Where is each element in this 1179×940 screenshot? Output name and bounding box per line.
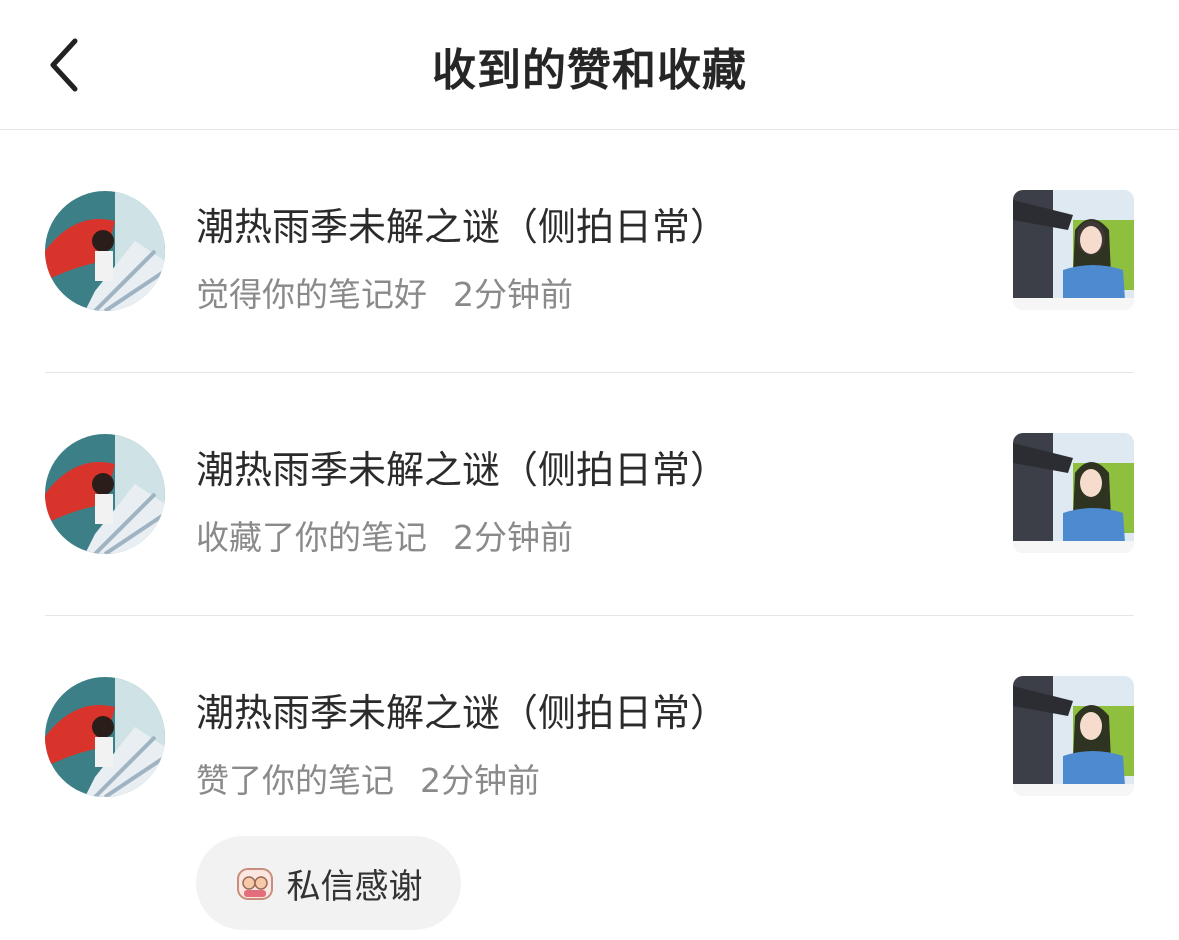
notification-meta: 收藏了你的笔记 2分钟前	[196, 511, 573, 559]
timestamp: 2分钟前	[420, 761, 540, 800]
notification-meta: 赞了你的笔记 2分钟前	[196, 754, 540, 802]
page-title: 收到的赞和收藏	[432, 45, 747, 96]
sticker-emoji-icon	[236, 868, 273, 900]
user-avatar[interactable]	[45, 191, 165, 311]
note-thumbnail[interactable]	[1013, 676, 1134, 796]
action-text: 觉得你的笔记好	[196, 275, 427, 314]
note-thumbnail[interactable]	[1013, 190, 1134, 310]
user-avatar[interactable]	[45, 677, 165, 797]
timestamp: 2分钟前	[453, 518, 573, 557]
user-name[interactable]: 潮热雨季未解之谜（侧拍日常）	[196, 439, 728, 494]
note-thumbnail[interactable]	[1013, 433, 1134, 553]
thank-button-label: 私信感谢	[286, 866, 423, 907]
notification-item[interactable]: 潮热雨季未解之谜（侧拍日常） 收藏了你的笔记 2分钟前	[0, 373, 1179, 616]
top-bar: 收到的赞和收藏	[0, 0, 1179, 130]
user-name[interactable]: 潮热雨季未解之谜（侧拍日常）	[196, 196, 728, 251]
user-avatar[interactable]	[45, 434, 165, 554]
notification-item[interactable]: 潮热雨季未解之谜（侧拍日常） 赞了你的笔记 2分钟前	[0, 616, 1179, 836]
notification-item[interactable]: 潮热雨季未解之谜（侧拍日常） 觉得你的笔记好 2分钟前	[0, 130, 1179, 373]
user-name[interactable]: 潮热雨季未解之谜（侧拍日常）	[196, 682, 728, 737]
private-message-thanks-button[interactable]: 私信感谢	[196, 836, 461, 930]
action-text: 收藏了你的笔记	[196, 518, 427, 557]
timestamp: 2分钟前	[453, 275, 573, 314]
action-text: 赞了你的笔记	[196, 761, 394, 800]
notification-meta: 觉得你的笔记好 2分钟前	[196, 268, 573, 316]
